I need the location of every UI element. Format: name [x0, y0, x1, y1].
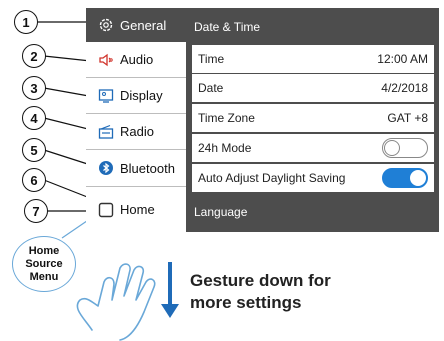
- section-title-language[interactable]: Language: [194, 205, 247, 219]
- sidebar-item-home[interactable]: Home: [86, 187, 186, 232]
- sidebar-item-label: Audio: [120, 52, 154, 67]
- sidebar-item-bluetooth[interactable]: Bluetooth: [86, 150, 186, 186]
- setting-label: 24h Mode: [198, 141, 252, 155]
- setting-row-auto-dst: Auto Adjust Daylight Saving: [192, 164, 434, 192]
- setting-label: Time Zone: [198, 111, 255, 125]
- setting-row-time[interactable]: Time 12:00 AM: [192, 45, 434, 73]
- sidebar-item-display[interactable]: Display: [86, 78, 186, 113]
- setting-label: Date: [198, 81, 224, 95]
- setting-row-time-zone[interactable]: Time Zone GAT +8: [192, 104, 434, 132]
- gesture-instruction: Gesture down for more settings: [190, 270, 331, 314]
- speaker-icon: [98, 52, 114, 68]
- setting-value: GAT +8: [387, 111, 428, 125]
- setting-value: 4/2/2018: [381, 81, 428, 95]
- sidebar-item-audio[interactable]: Audio: [86, 42, 186, 77]
- home-callout-line1: Home: [28, 244, 60, 257]
- callout-5: 5: [22, 138, 46, 162]
- callout-6: 6: [22, 168, 46, 192]
- sidebar-item-label: Radio: [120, 124, 154, 139]
- gesture-line1: Gesture down for: [190, 271, 331, 290]
- setting-row-date[interactable]: Date 4/2/2018: [192, 74, 434, 102]
- setting-value: 12:00 AM: [377, 52, 428, 66]
- home-callout-line2: Source: [25, 257, 63, 270]
- hand-gesture-icon: [76, 263, 156, 341]
- callout-4: 4: [22, 106, 46, 130]
- 24h-mode-toggle[interactable]: [382, 138, 428, 158]
- sidebar-item-label: Bluetooth: [120, 160, 175, 176]
- auto-dst-toggle[interactable]: [382, 168, 428, 188]
- radio-icon: [98, 124, 114, 140]
- sidebar-item-general[interactable]: General: [86, 8, 186, 42]
- gear-icon: [98, 17, 114, 33]
- callout-2: 2: [22, 44, 46, 68]
- setting-row-24h-mode: 24h Mode: [192, 134, 434, 162]
- bluetooth-icon: [98, 160, 114, 176]
- home-square-icon: [98, 202, 114, 218]
- sidebar-item-label: Display: [120, 88, 163, 103]
- setting-label: Auto Adjust Daylight Saving: [198, 171, 346, 185]
- sidebar-item-label: Home: [120, 202, 155, 217]
- home-source-menu-callout: Home Source Menu: [12, 236, 76, 292]
- gesture-line2: more settings: [190, 293, 302, 312]
- settings-content: Date & Time Time 12:00 AM Date 4/2/2018 …: [186, 8, 439, 232]
- sidebar-item-radio[interactable]: Radio: [86, 114, 186, 149]
- display-icon: [98, 88, 114, 104]
- home-callout-line3: Menu: [29, 270, 59, 283]
- setting-label: Time: [198, 52, 225, 66]
- callout-7: 7: [24, 199, 48, 223]
- callout-1: 1: [14, 10, 38, 34]
- sidebar: General Audio Display Radio Bluetooth Ho…: [86, 8, 186, 232]
- sidebar-item-label: General: [120, 17, 167, 33]
- section-title: Date & Time: [194, 20, 261, 34]
- callout-3: 3: [22, 76, 46, 100]
